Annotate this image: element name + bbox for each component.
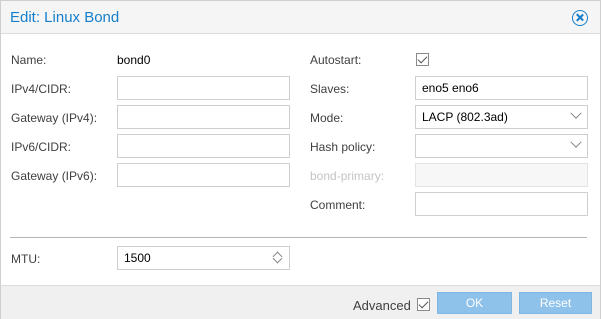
slaves-value: eno5 eno6 bbox=[422, 81, 479, 95]
advanced-checkbox[interactable] bbox=[417, 298, 430, 311]
ipv6-cidr-input[interactable] bbox=[117, 134, 290, 158]
autostart-checkbox[interactable] bbox=[416, 53, 429, 66]
chevron-down-icon[interactable] bbox=[570, 107, 582, 119]
gateway-ipv4-label: Gateway (IPv4): bbox=[11, 111, 98, 125]
autostart-label: Autostart: bbox=[310, 53, 362, 67]
slaves-label: Slaves: bbox=[310, 82, 350, 96]
mtu-label: MTU: bbox=[11, 252, 41, 266]
slaves-input[interactable]: eno5 eno6 bbox=[415, 76, 588, 100]
ok-button[interactable]: OK bbox=[437, 292, 512, 314]
bond-primary-input bbox=[415, 163, 588, 187]
dialog-titlebar: Edit: Linux Bond bbox=[1, 1, 600, 34]
spinner-arrows-icon[interactable] bbox=[272, 250, 283, 266]
ipv6-label: IPv6/CIDR: bbox=[11, 140, 72, 154]
mode-select[interactable]: LACP (802.3ad) bbox=[415, 105, 588, 129]
comment-input[interactable] bbox=[415, 192, 588, 216]
ipv4-cidr-input[interactable] bbox=[117, 76, 290, 100]
ipv4-label: IPv4/CIDR: bbox=[11, 82, 72, 96]
mtu-value: 1500 bbox=[124, 251, 151, 265]
hash-policy-label: Hash policy: bbox=[310, 140, 376, 154]
gateway-ipv4-input[interactable] bbox=[117, 105, 290, 129]
hash-policy-select[interactable] bbox=[415, 134, 588, 158]
name-value: bond0 bbox=[117, 53, 151, 67]
mode-label: Mode: bbox=[310, 111, 344, 125]
comment-label: Comment: bbox=[310, 198, 366, 212]
reset-button[interactable]: Reset bbox=[519, 292, 592, 314]
gateway-ipv6-input[interactable] bbox=[117, 163, 290, 187]
mtu-input[interactable]: 1500 bbox=[117, 246, 290, 270]
name-label: Name: bbox=[11, 53, 47, 67]
bond-primary-label: bond-primary: bbox=[310, 169, 385, 183]
dialog-footer: Advanced OK Reset bbox=[1, 285, 600, 319]
edit-linux-bond-dialog: Edit: Linux Bond Name: bond0 IPv4/CIDR: … bbox=[0, 0, 601, 319]
close-icon[interactable] bbox=[572, 10, 588, 26]
gateway-ipv6-label: Gateway (IPv6): bbox=[11, 169, 98, 183]
chevron-down-icon[interactable] bbox=[570, 136, 582, 148]
mode-value: LACP (802.3ad) bbox=[422, 110, 508, 124]
dialog-title: Edit: Linux Bond bbox=[10, 9, 120, 26]
advanced-separator bbox=[10, 237, 587, 238]
advanced-label: Advanced bbox=[353, 298, 411, 313]
